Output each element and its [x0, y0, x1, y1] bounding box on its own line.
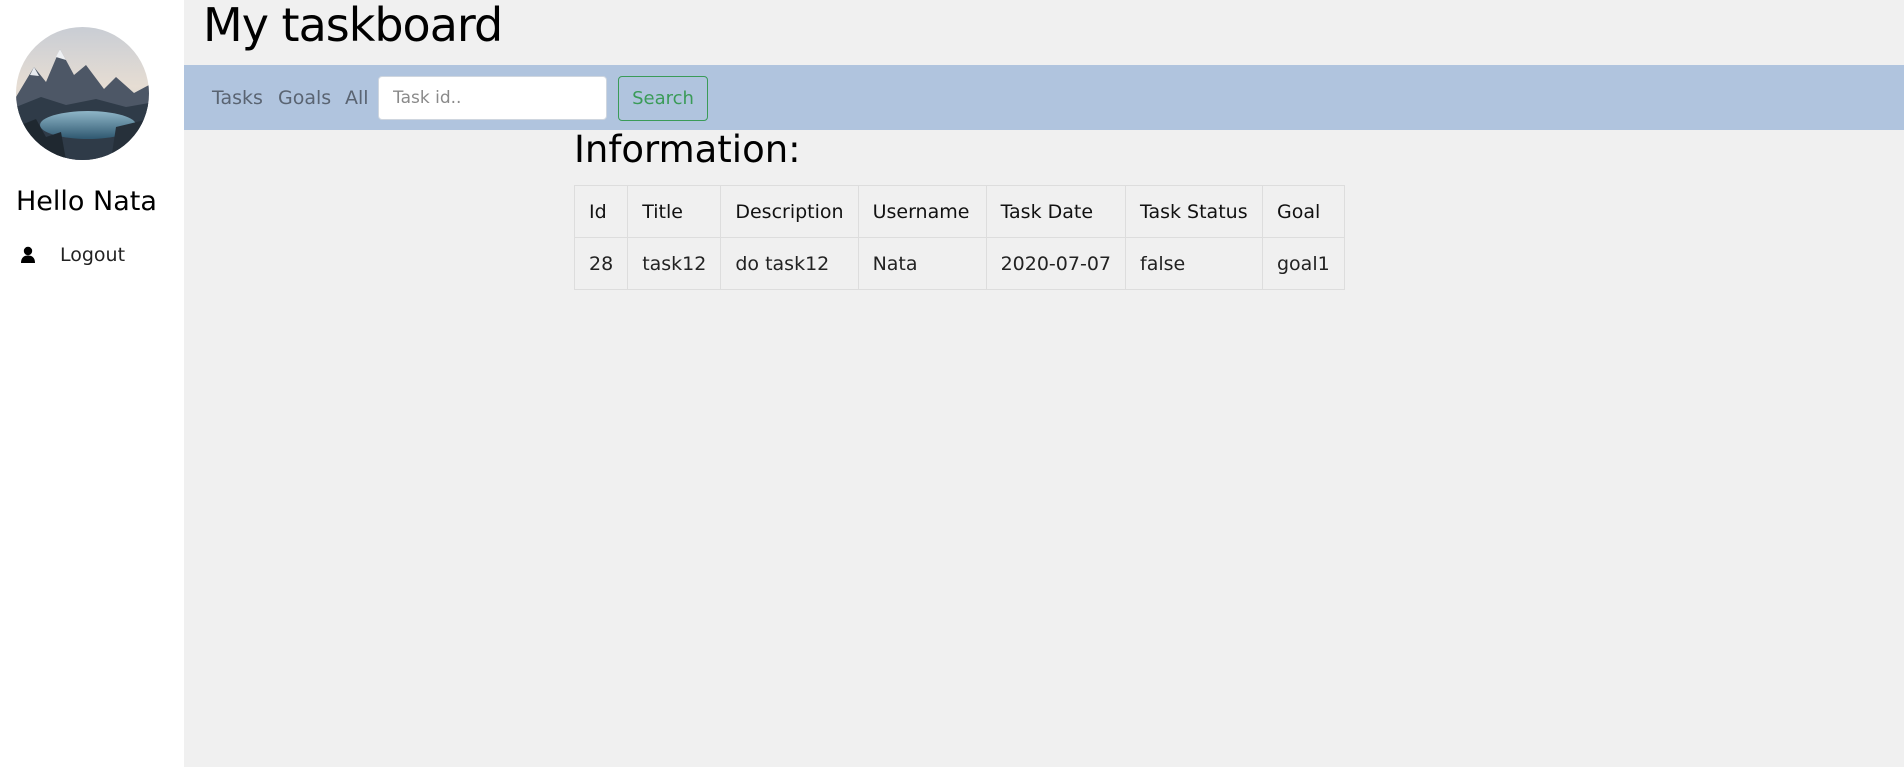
search-button[interactable]: Search — [618, 76, 708, 121]
column-header-id: Id — [573, 185, 629, 238]
cell-task-status: false — [1125, 237, 1263, 290]
nav-link-all[interactable]: All — [345, 87, 369, 109]
column-header-username: Username — [857, 185, 987, 238]
user-icon — [18, 245, 38, 265]
task-info-table: Id Title Description Username Task Date … — [573, 185, 1345, 290]
table-row: 28 task12 do task12 Nata 2020-07-07 fals… — [573, 237, 1345, 290]
column-header-title: Title — [627, 185, 722, 238]
page-title: My taskboard — [203, 0, 503, 52]
cell-task-date: 2020-07-07 — [985, 237, 1127, 290]
navbar: Tasks Goals All Search — [184, 65, 1904, 130]
column-header-task-status: Task Status — [1125, 185, 1263, 238]
logout-link[interactable]: Logout — [18, 242, 125, 268]
greeting: Hello Nata — [16, 186, 157, 217]
information-heading: Information: — [574, 128, 801, 171]
mountain-lake-avatar-icon — [16, 27, 149, 160]
nav-link-goals[interactable]: Goals — [278, 87, 331, 109]
cell-username: Nata — [857, 237, 987, 290]
column-header-goal: Goal — [1262, 185, 1345, 238]
sidebar: Hello Nata Logout — [0, 0, 184, 767]
logout-label: Logout — [60, 244, 126, 266]
column-header-description: Description — [720, 185, 859, 238]
column-header-task-date: Task Date — [985, 185, 1127, 238]
avatar — [16, 27, 149, 160]
table-header-row: Id Title Description Username Task Date … — [573, 185, 1345, 238]
cell-description: do task12 — [720, 237, 859, 290]
cell-goal: goal1 — [1262, 237, 1345, 290]
main-content: My taskboard Tasks Goals All Search Info… — [184, 0, 1904, 767]
nav-link-tasks[interactable]: Tasks — [212, 87, 263, 109]
cell-id: 28 — [573, 237, 629, 290]
task-id-search-input[interactable] — [378, 76, 607, 120]
cell-title: task12 — [627, 237, 722, 290]
